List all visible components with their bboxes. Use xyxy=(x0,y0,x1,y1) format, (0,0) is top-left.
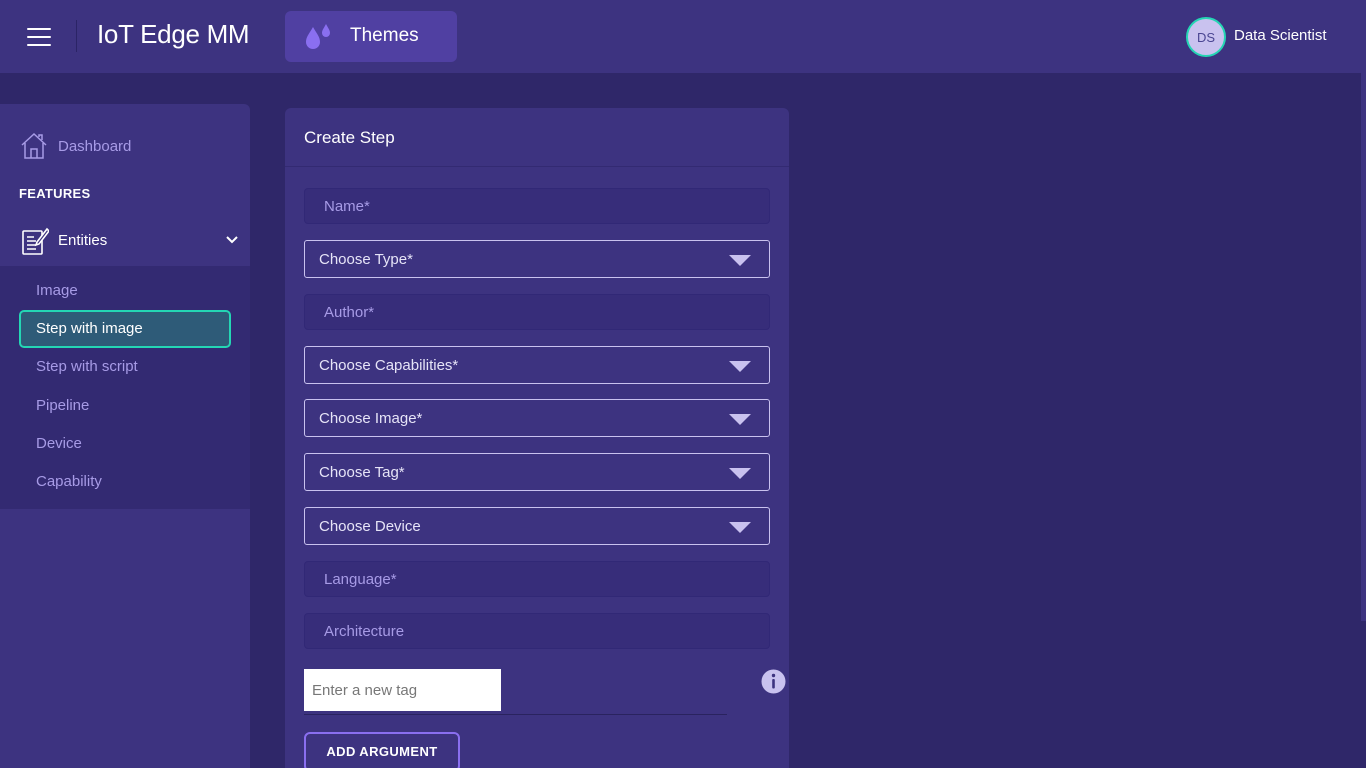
capabilities-select[interactable]: Choose Capabilities* xyxy=(304,346,770,384)
home-icon xyxy=(21,132,47,159)
image-select[interactable]: Choose Image* xyxy=(304,399,770,437)
sidebar-item-label: Device xyxy=(36,435,82,452)
type-select-label: Choose Type* xyxy=(319,251,413,268)
sidebar-item-pipeline[interactable]: Pipeline xyxy=(19,387,231,425)
scrollbar[interactable] xyxy=(1361,73,1366,621)
create-step-card: Create Step Choose Type* Choose Capabili… xyxy=(285,108,789,768)
name-field[interactable] xyxy=(304,188,770,224)
themes-button[interactable]: Themes xyxy=(285,11,457,62)
edit-document-icon xyxy=(22,227,49,255)
app-title: IoT Edge MM xyxy=(97,19,250,49)
sidebar-item-step-with-image[interactable]: Step with image xyxy=(19,310,231,348)
droplets-icon xyxy=(306,24,330,49)
device-select[interactable]: Choose Device xyxy=(304,507,770,545)
user-name: Data Scientist xyxy=(1234,27,1327,44)
sidebar-item-label: Entities xyxy=(58,232,108,249)
type-select[interactable]: Choose Type* xyxy=(304,240,770,278)
sidebar-item-capability[interactable]: Capability xyxy=(19,463,231,501)
sidebar-item-label: Pipeline xyxy=(36,397,90,414)
language-field[interactable] xyxy=(304,561,770,597)
sidebar-item-label: Dashboard xyxy=(58,138,132,155)
sidebar-item-dashboard[interactable]: Dashboard xyxy=(20,132,220,162)
tag-field-underline xyxy=(304,714,727,715)
sidebar-item-label: Step with script xyxy=(36,358,138,375)
capabilities-select-label: Choose Capabilities* xyxy=(319,357,459,374)
new-tag-field[interactable] xyxy=(304,669,501,711)
sidebar-item-label: Step with image xyxy=(36,320,143,337)
language-input[interactable] xyxy=(305,562,769,596)
tag-select-label: Choose Tag* xyxy=(319,464,405,481)
sidebar-item-image[interactable]: Image xyxy=(19,272,231,310)
device-select-label: Choose Device xyxy=(319,518,421,535)
card-title: Create Step xyxy=(304,128,395,147)
dropdown-arrow-icon xyxy=(729,468,751,479)
header-divider xyxy=(76,20,77,52)
section-heading-features: FEATURES xyxy=(19,186,91,201)
themes-label: Themes xyxy=(350,25,419,46)
top-header: IoT Edge MM Themes DS Data Scientist xyxy=(0,0,1366,73)
dropdown-arrow-icon xyxy=(729,414,751,425)
card-divider xyxy=(285,166,789,167)
hamburger-menu-icon[interactable] xyxy=(27,28,51,46)
tag-select[interactable]: Choose Tag* xyxy=(304,453,770,491)
avatar: DS xyxy=(1186,17,1226,57)
dropdown-arrow-icon xyxy=(729,255,751,266)
chevron-down-icon xyxy=(226,236,238,244)
image-select-label: Choose Image* xyxy=(319,410,423,427)
dropdown-arrow-icon xyxy=(729,522,751,533)
new-tag-input[interactable] xyxy=(304,669,501,711)
architecture-input[interactable] xyxy=(305,614,769,648)
architecture-field[interactable] xyxy=(304,613,770,649)
info-icon[interactable] xyxy=(761,669,786,694)
dropdown-arrow-icon xyxy=(729,361,751,372)
sidebar: Dashboard FEATURES Entities Image Step w… xyxy=(0,104,250,768)
sidebar-item-label: Image xyxy=(36,282,78,299)
sidebar-item-entities[interactable]: Entities xyxy=(0,222,250,266)
entities-submenu: Image Step with image Step with script P… xyxy=(0,266,250,509)
author-input[interactable] xyxy=(305,295,769,329)
sidebar-item-step-with-script[interactable]: Step with script xyxy=(19,348,231,386)
author-field[interactable] xyxy=(304,294,770,330)
sidebar-item-label: Capability xyxy=(36,473,102,490)
sidebar-item-device[interactable]: Device xyxy=(19,425,231,463)
add-argument-button[interactable]: ADD ARGUMENT xyxy=(304,732,460,768)
name-input[interactable] xyxy=(305,189,769,223)
